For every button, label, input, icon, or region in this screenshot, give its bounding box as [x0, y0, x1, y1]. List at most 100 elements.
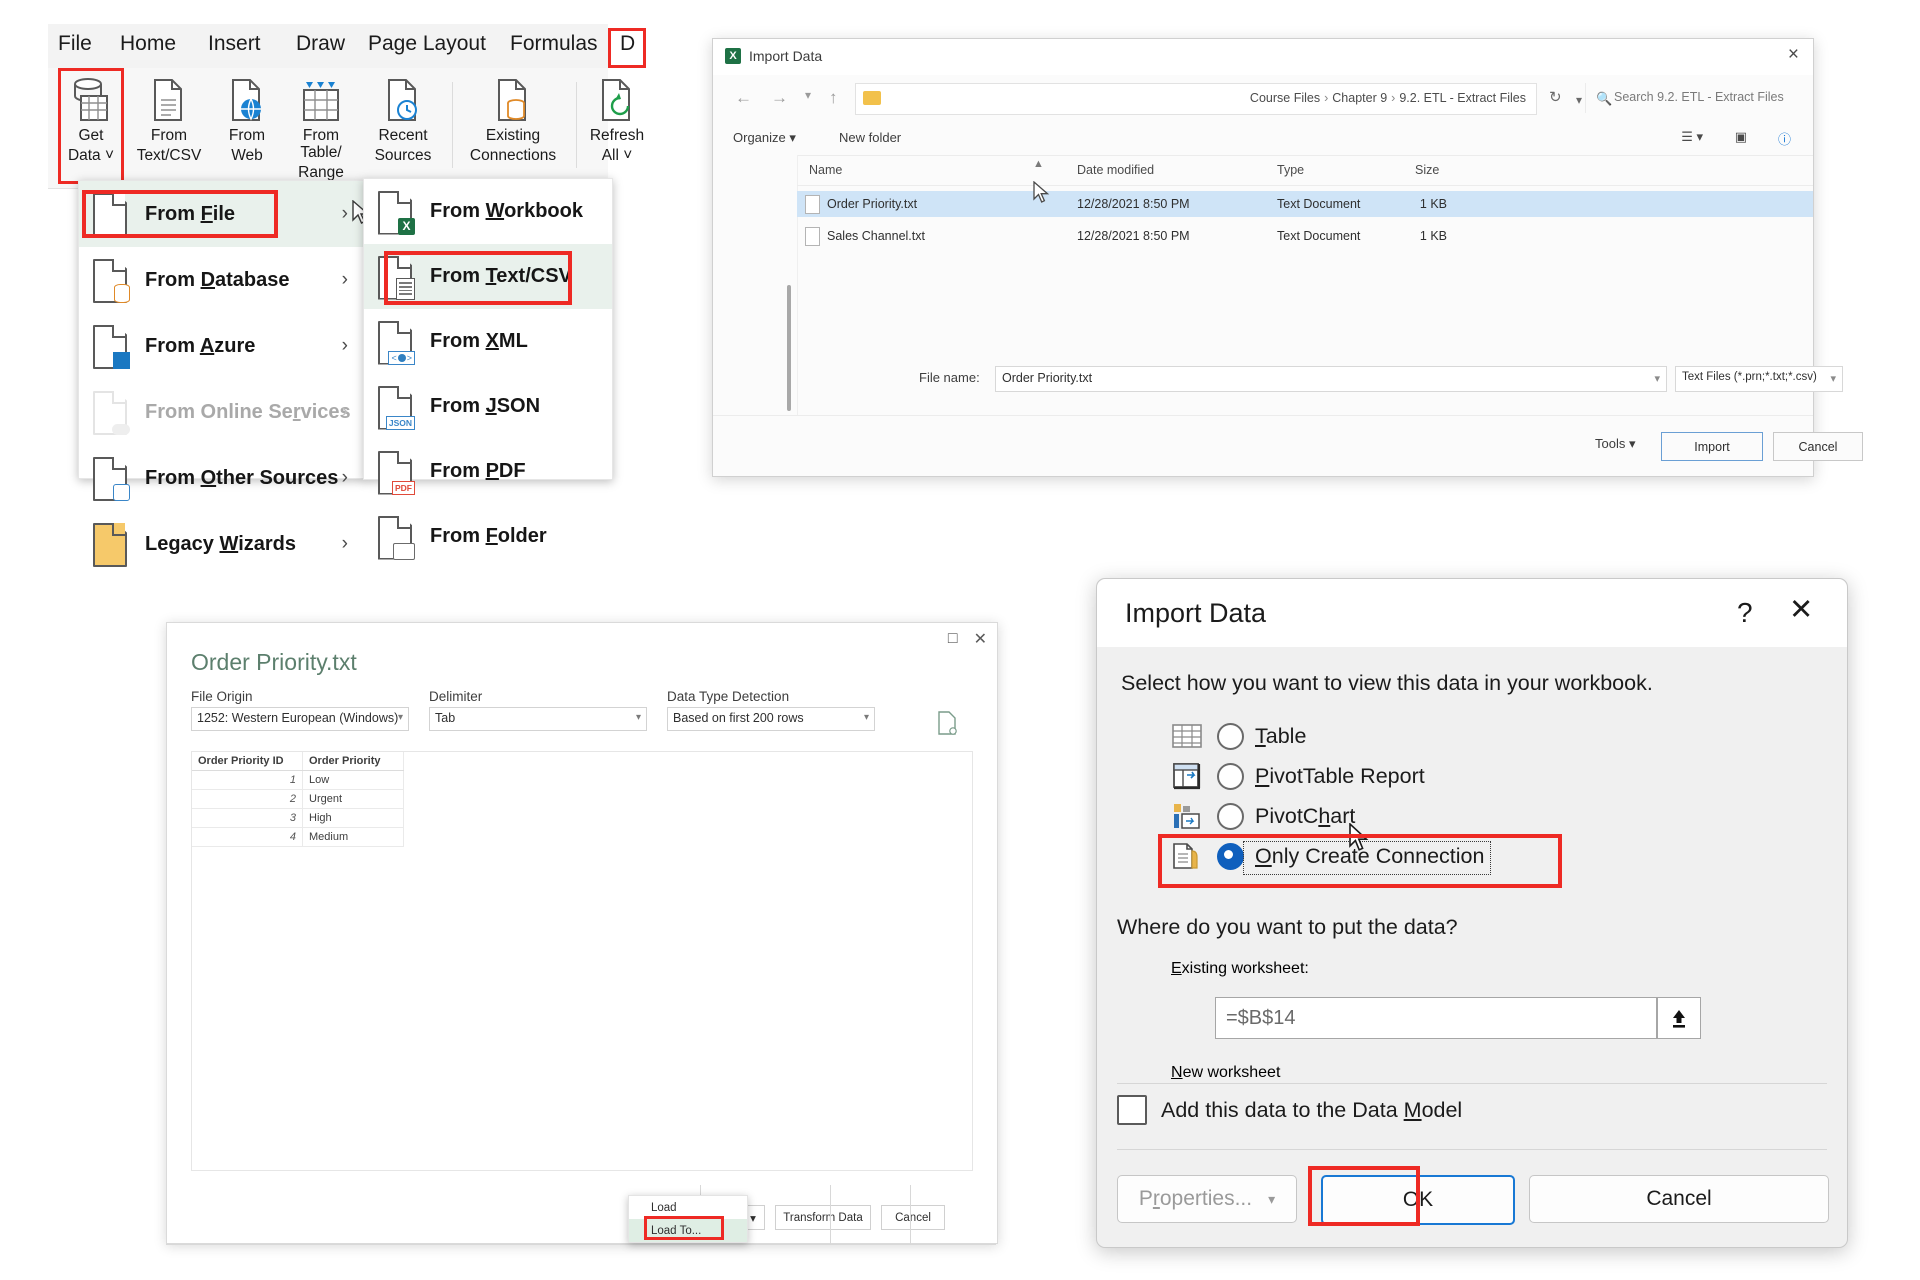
- from-table-range-button[interactable]: From Table/ Range: [282, 76, 360, 181]
- cancel-button[interactable]: Cancel: [1529, 1175, 1829, 1223]
- existing-connections-button[interactable]: Existing Connections: [458, 76, 568, 164]
- checkbox-add-to-data-model[interactable]: [1117, 1095, 1147, 1125]
- worksheet-gridline: [166, 1244, 996, 1245]
- back-icon[interactable]: ←: [735, 88, 752, 108]
- from-web-button[interactable]: From Web: [208, 76, 286, 164]
- radio-pivottable-report[interactable]: [1217, 762, 1244, 790]
- breadcrumb-item-2[interactable]: 9.2. ETL - Extract Files: [1399, 91, 1526, 105]
- chevron-down-icon[interactable]: ▾: [1830, 372, 1836, 385]
- workbook-icon: X: [378, 190, 415, 235]
- tools-button[interactable]: Tools ▾: [1595, 436, 1636, 452]
- delimiter-value: Tab: [435, 711, 456, 725]
- data-type-detection-select[interactable]: Based on first 200 rows ▾: [667, 707, 875, 731]
- view-layout-icon[interactable]: ☰ ▾: [1681, 129, 1703, 145]
- json-icon: JSON: [378, 385, 415, 430]
- search-box[interactable]: 🔍 Search 9.2. ETL - Extract Files: [1585, 83, 1804, 113]
- address-dropdown-icon[interactable]: ▾: [1576, 93, 1582, 107]
- submenu-item-from-xml[interactable]: < > From XML: [364, 309, 612, 374]
- tab-file[interactable]: File: [58, 32, 92, 56]
- reference-input[interactable]: =$B$14: [1215, 997, 1657, 1039]
- file-size: 1 KB: [1419, 229, 1447, 243]
- example-file-icon[interactable]: [937, 711, 957, 740]
- breadcrumb-item-1[interactable]: Chapter 9: [1332, 91, 1387, 105]
- delimiter-select[interactable]: Tab ▾: [429, 707, 647, 731]
- delimiter-field: Delimiter Tab ▾: [429, 689, 647, 731]
- table-row[interactable]: Sales Channel.txt 12/28/2021 8:50 PM Tex…: [797, 223, 1813, 249]
- option-pivottable-report[interactable]: PivotTable Report: [1171, 757, 1425, 795]
- menu-item-from-azure[interactable]: From Azure ›: [79, 313, 364, 379]
- navigation-scrollbar[interactable]: [787, 285, 791, 411]
- recent-locations-icon[interactable]: ▾: [805, 88, 811, 102]
- column-header-name[interactable]: Name: [809, 163, 842, 177]
- tab-insert[interactable]: Insert: [208, 32, 261, 56]
- column-header-date-modified[interactable]: Date modified: [1077, 163, 1154, 177]
- tab-draw[interactable]: Draw: [296, 32, 345, 56]
- close-icon[interactable]: ✕: [974, 629, 987, 649]
- menu-item-legacy-wizards[interactable]: Legacy Wizards ›: [79, 511, 364, 577]
- menu-item-legacy-wizards-label: Legacy Wizards: [145, 532, 296, 555]
- only-create-connection-highlight: [1158, 834, 1562, 888]
- import-button[interactable]: Import: [1661, 432, 1763, 461]
- tab-formulas[interactable]: Formulas: [510, 32, 598, 56]
- submenu-item-from-workbook[interactable]: X From Workbook: [364, 179, 612, 244]
- option-pivotchart[interactable]: PivotChart: [1171, 797, 1355, 835]
- mouse-cursor-filelist: [1033, 180, 1051, 210]
- maximize-icon[interactable]: □: [948, 630, 958, 648]
- submenu-item-from-folder[interactable]: From Folder: [364, 504, 612, 569]
- placement-prompt: Where do you want to put the data?: [1117, 915, 1458, 939]
- help-icon[interactable]: ?: [1737, 597, 1753, 629]
- data-model-checkbox-row[interactable]: Add this data to the Data Model: [1117, 1095, 1462, 1125]
- from-table-range-label-1: From Table/: [300, 127, 342, 161]
- preview-pane-icon[interactable]: ▣: [1735, 129, 1747, 145]
- chevron-down-icon[interactable]: ▾: [636, 712, 641, 723]
- close-icon[interactable]: ✕: [1789, 596, 1813, 625]
- submenu-item-from-json[interactable]: JSON From JSON: [364, 374, 612, 439]
- from-file-highlight: [82, 190, 278, 238]
- menu-item-from-other-sources[interactable]: From Other Sources ›: [79, 445, 364, 511]
- chevron-down-icon[interactable]: ▾: [1654, 372, 1660, 385]
- submenu-item-from-pdf[interactable]: PDF From PDF: [364, 439, 612, 504]
- option-table-label: Table: [1255, 723, 1307, 748]
- tab-home[interactable]: Home: [120, 32, 176, 56]
- cell-id: 1: [192, 770, 303, 790]
- from-text-csv-button[interactable]: From Text/CSV: [130, 76, 208, 164]
- table-row[interactable]: Order Priority.txt 12/28/2021 8:50 PM Te…: [797, 191, 1813, 217]
- help-icon[interactable]: ⓘ: [1778, 129, 1791, 148]
- up-icon[interactable]: ↑: [829, 88, 838, 108]
- file-type-value: Text Files (*.prn;*.txt;*.csv): [1682, 371, 1817, 383]
- column-header-type[interactable]: Type: [1277, 163, 1304, 177]
- existing-connections-icon: [458, 76, 568, 124]
- address-bar[interactable]: Course Files › Chapter 9 › 9.2. ETL - Extrac…: [855, 83, 1582, 115]
- from-table-range-label-2: Range: [298, 164, 344, 181]
- option-table[interactable]: Table: [1171, 717, 1306, 755]
- menu-item-from-database[interactable]: From Database ›: [79, 247, 364, 313]
- collapse-dialog-icon[interactable]: [1657, 997, 1701, 1039]
- file-name-input[interactable]: Order Priority.txt ▾: [995, 366, 1667, 392]
- file-name-label: File name:: [919, 370, 980, 385]
- preview-cancel-button[interactable]: Cancel: [881, 1205, 945, 1230]
- refresh-all-label-2: All ˅: [601, 147, 633, 164]
- navigation-pane[interactable]: [713, 155, 798, 425]
- legacy-wizards-icon: [93, 523, 127, 567]
- forward-icon[interactable]: →: [771, 88, 788, 108]
- file-origin-select[interactable]: 1252: Western European (Windows) ▾: [191, 707, 409, 731]
- close-icon[interactable]: ×: [1788, 44, 1799, 66]
- organize-button[interactable]: Organize ▾: [733, 130, 796, 146]
- recent-sources-button[interactable]: Recent Sources: [364, 76, 442, 164]
- breadcrumb-item-0[interactable]: Course Files: [1250, 91, 1320, 105]
- chevron-down-icon[interactable]: ▾: [864, 712, 869, 723]
- worksheet-gridline: [830, 1185, 831, 1244]
- radio-pivotchart[interactable]: [1217, 802, 1244, 830]
- radio-table[interactable]: [1217, 722, 1244, 750]
- refresh-all-button[interactable]: Refresh All ˅: [582, 76, 652, 164]
- file-type-select[interactable]: Text Files (*.prn;*.txt;*.csv) ▾: [1675, 366, 1843, 392]
- chevron-down-icon[interactable]: ▾: [398, 712, 403, 723]
- transform-data-button[interactable]: Transform Data: [775, 1205, 871, 1230]
- refresh-icon[interactable]: ↻: [1549, 88, 1562, 106]
- tab-page-layout[interactable]: Page Layout: [368, 32, 486, 56]
- file-name: Sales Channel.txt: [827, 229, 925, 243]
- cancel-button[interactable]: Cancel: [1773, 432, 1863, 461]
- new-folder-button[interactable]: New folder: [839, 130, 901, 145]
- preview-table: Order Priority ID Order Priority 1 Low 2…: [192, 752, 404, 847]
- column-header-size[interactable]: Size: [1415, 163, 1439, 177]
